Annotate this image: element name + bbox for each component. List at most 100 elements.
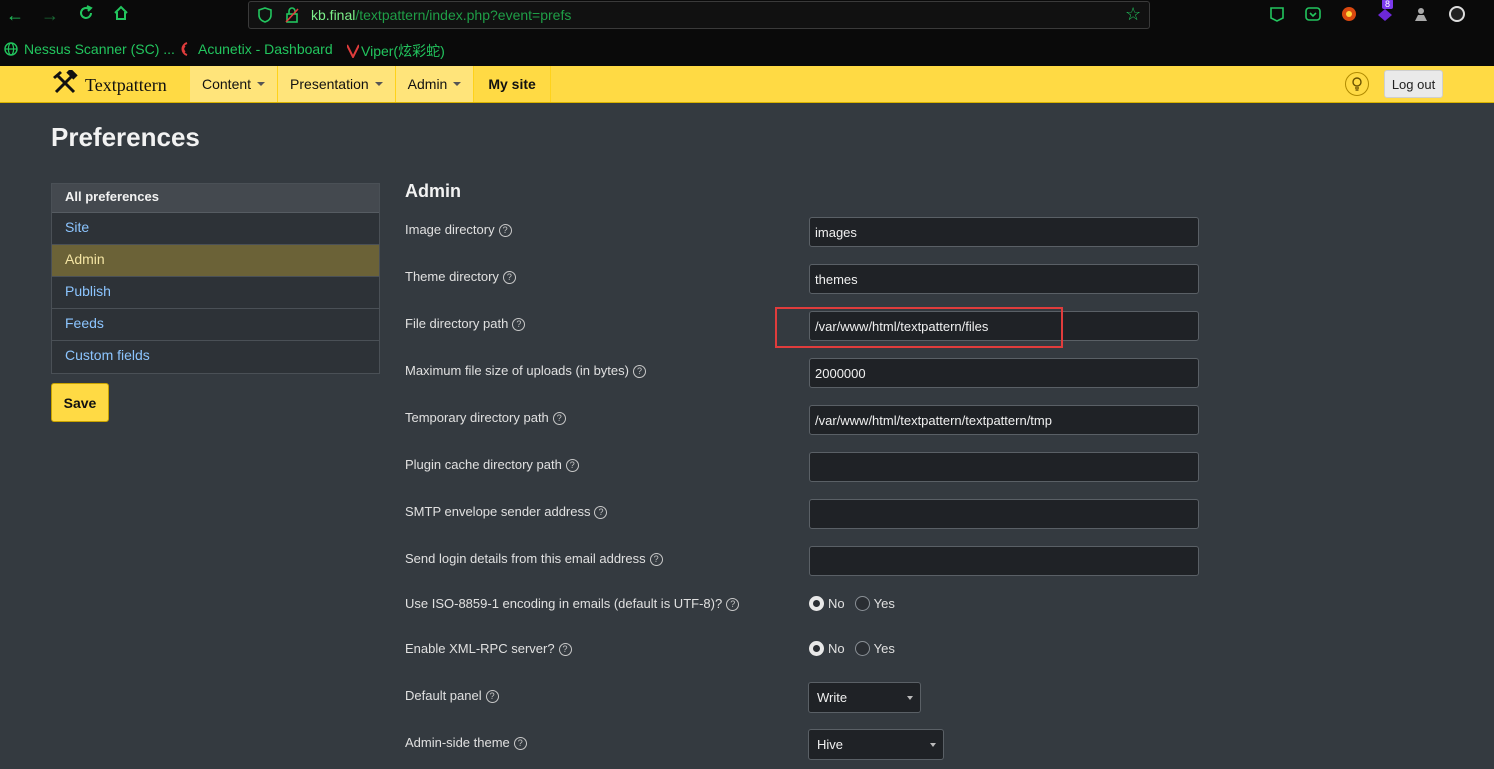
help-icon[interactable]: ? [649, 553, 663, 566]
label-text: File directory path [405, 316, 509, 331]
sidebar-item-admin[interactable]: Admin [52, 245, 379, 277]
extension-save-icon[interactable] [1304, 5, 1322, 23]
radio-label: Yes [873, 641, 895, 656]
url-host: kb.final [311, 7, 356, 23]
caret-down-icon [257, 82, 266, 86]
main-nav: Content Presentation Admin My site [190, 66, 551, 102]
bookmark-acunetix[interactable]: Acunetix - Dashboard [178, 41, 333, 57]
help-icon[interactable]: ? [512, 318, 526, 331]
help-icon[interactable]: ? [485, 690, 499, 703]
sidebar-item-publish[interactable]: Publish [52, 277, 379, 309]
iso-encoding-yes-radio[interactable] [854, 596, 870, 611]
help-icon[interactable]: ? [594, 506, 608, 519]
radio-label: No [828, 641, 845, 656]
help-icon[interactable]: ? [552, 412, 566, 425]
label-text: Image directory [405, 222, 495, 237]
label-text: Temporary directory path [405, 410, 549, 425]
page-title: Preferences [51, 122, 200, 152]
bookmark-label: Acunetix - Dashboard [198, 41, 333, 57]
file-directory-path-input[interactable] [809, 311, 1199, 341]
extension-pocket-icon[interactable] [1268, 5, 1286, 23]
extension-badge-icon[interactable]: 8 [1376, 0, 1394, 23]
save-button[interactable]: Save [51, 383, 109, 422]
default-panel-select[interactable]: Write [808, 682, 921, 713]
label-text: Admin-side theme [405, 735, 510, 750]
temp-directory-path-input[interactable] [809, 405, 1199, 435]
home-icon[interactable] [110, 4, 132, 26]
help-icon[interactable]: ? [565, 459, 579, 472]
nav-content[interactable]: Content [190, 66, 279, 102]
extension-circle-icon[interactable] [1448, 5, 1466, 23]
bookmark-label: Viper(炫彩蛇) [361, 43, 445, 59]
field-label-default-panel: Default panel? [405, 688, 499, 703]
label-text: Theme directory [405, 269, 499, 284]
nav-admin[interactable]: Admin [395, 66, 475, 102]
admin-theme-select[interactable]: Hive [808, 729, 944, 760]
reload-icon[interactable] [75, 4, 97, 26]
forward-arrow-icon[interactable]: → [39, 4, 61, 26]
help-icon[interactable]: ? [558, 643, 572, 656]
help-icon[interactable]: ? [502, 271, 516, 284]
sidebar-item-feeds[interactable]: Feeds [52, 309, 379, 341]
label-text: Send login details from this email addre… [405, 551, 646, 566]
help-icon[interactable]: ? [632, 365, 646, 378]
select-arrow-icon [907, 696, 913, 700]
bookmark-star-icon[interactable]: ☆ [1125, 5, 1143, 23]
label-text: Use ISO-8859-1 encoding in emails (defau… [405, 596, 723, 611]
nav-label: Content [202, 76, 252, 92]
field-label-temp-directory-path: Temporary directory path? [405, 410, 566, 425]
select-value: Hive [817, 737, 844, 752]
smtp-sender-input[interactable] [809, 499, 1199, 529]
lightbulb-icon[interactable] [1345, 72, 1369, 96]
help-icon[interactable]: ? [513, 737, 527, 750]
extension-badge-count: 8 [1382, 0, 1394, 9]
nav-presentation[interactable]: Presentation [278, 66, 396, 102]
logout-button[interactable]: Log out [1384, 70, 1443, 98]
shield-icon[interactable] [258, 7, 272, 23]
section-title: Admin [405, 181, 461, 201]
bookmark-nessus[interactable]: Nessus Scanner (SC) ... [4, 41, 175, 57]
label-text: Enable XML-RPC server? [405, 641, 555, 656]
theme-directory-input[interactable] [809, 264, 1199, 294]
caret-down-icon [453, 82, 462, 86]
radio-label: No [828, 596, 845, 611]
sidebar-item-site[interactable]: Site [52, 213, 379, 245]
help-icon[interactable]: ? [726, 598, 740, 611]
extension-hackbar-icon[interactable] [1340, 5, 1358, 23]
image-directory-input[interactable] [809, 217, 1199, 247]
nav-label: My site [488, 76, 536, 92]
xml-rpc-yes-radio[interactable] [854, 641, 870, 656]
select-arrow-icon [930, 743, 936, 747]
xml-rpc-no-radio[interactable] [809, 641, 824, 656]
field-label-image-directory: Image directory? [405, 222, 512, 237]
url-text[interactable]: kb.final/textpattern/index.php?event=pre… [311, 7, 571, 23]
help-icon[interactable]: ? [498, 224, 512, 237]
caret-down-icon [374, 82, 383, 86]
acunetix-icon [178, 42, 192, 56]
radio-label: Yes [873, 596, 895, 611]
sidebar-heading: All preferences [52, 184, 379, 213]
globe-icon [4, 42, 18, 56]
login-email-input[interactable] [809, 546, 1199, 576]
preferences-sidebar: All preferences Site Admin Publish Feeds… [51, 183, 380, 374]
extension-spy-icon[interactable] [1412, 5, 1430, 23]
max-upload-size-input[interactable] [809, 358, 1199, 388]
field-label-admin-theme: Admin-side theme? [405, 735, 527, 750]
address-bar[interactable]: kb.final/textpattern/index.php?event=pre… [248, 1, 1150, 29]
nav-my-site[interactable]: My site [474, 66, 551, 102]
back-arrow-icon[interactable]: ← [4, 4, 26, 26]
url-path: /textpattern/index.php?event=prefs [355, 7, 572, 23]
field-label-theme-directory: Theme directory? [405, 269, 516, 284]
field-label-xml-rpc: Enable XML-RPC server?? [405, 641, 572, 656]
viper-icon [346, 44, 360, 60]
iso-encoding-radio-group: No Yes [809, 596, 905, 611]
brand-logo[interactable]: Textpattern [52, 67, 167, 98]
iso-encoding-no-radio[interactable] [809, 596, 824, 611]
label-text: SMTP envelope sender address [405, 504, 591, 519]
bookmark-viper[interactable]: Viper(炫彩蛇) [346, 41, 445, 61]
plugin-cache-path-input[interactable] [809, 452, 1199, 482]
sidebar-item-custom-fields[interactable]: Custom fields [52, 341, 379, 373]
insecure-lock-icon[interactable] [285, 7, 299, 23]
app-header: Textpattern Content Presentation Admin M… [0, 66, 1494, 103]
select-value: Write [817, 690, 848, 705]
